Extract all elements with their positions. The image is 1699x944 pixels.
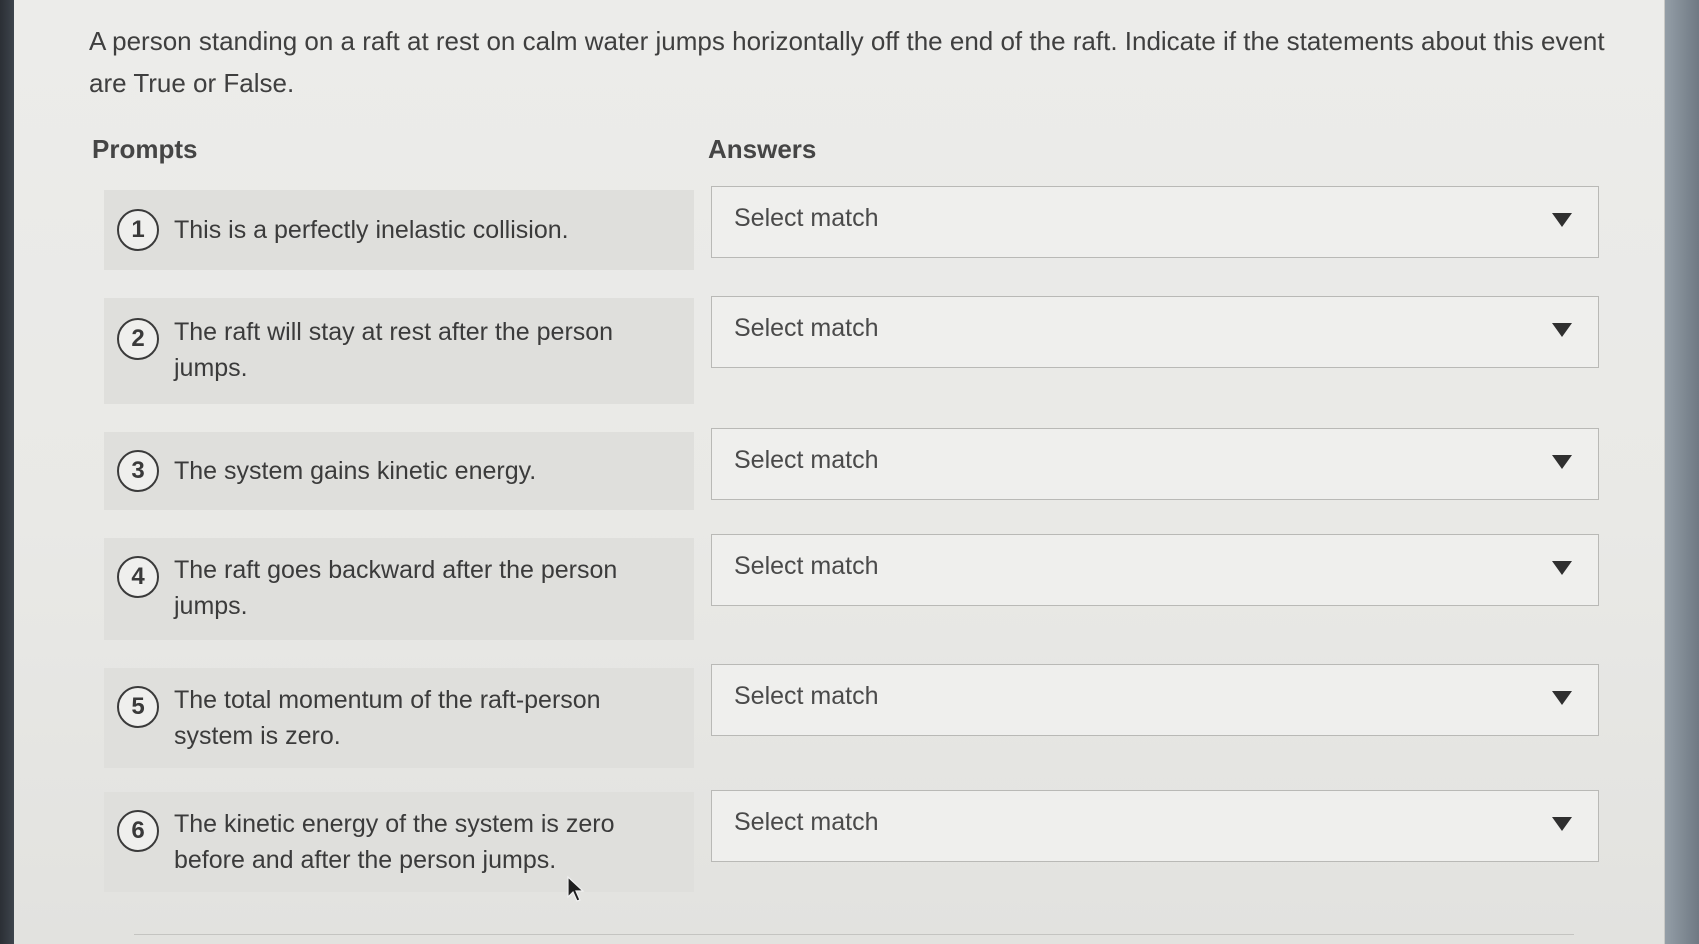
chevron-down-icon [1552, 455, 1572, 469]
prompt-item-3: 3 The system gains kinetic energy. [104, 432, 694, 510]
select-value: Select match [734, 204, 879, 232]
prompt-text: The raft will stay at rest after the per… [174, 318, 614, 382]
answer-select-3[interactable]: Select match [711, 428, 1599, 500]
answer-select-5[interactable]: Select match [711, 664, 1599, 736]
prompt-item-6: 6 The kinetic energy of the system is ze… [104, 792, 694, 892]
select-value: Select match [734, 446, 879, 474]
answer-select-1[interactable]: Select match [711, 186, 1599, 258]
prompt-text: The raft goes backward after the person … [174, 556, 618, 620]
question-text: A person standing on a raft at rest on c… [89, 26, 1605, 98]
chevron-down-icon [1552, 691, 1572, 705]
prompt-item-4: 4 The raft goes backward after the perso… [104, 538, 694, 640]
prompt-text: The system gains kinetic energy. [174, 457, 537, 485]
prompt-number-badge: 3 [117, 450, 159, 492]
mouse-pointer-icon [567, 875, 585, 902]
prompt-text: The total momentum of the raft-person sy… [174, 686, 601, 750]
prompt-item-5: 5 The total momentum of the raft-person … [104, 668, 694, 768]
answer-select-6[interactable]: Select match [711, 790, 1599, 862]
question-panel: A person standing on a raft at rest on c… [14, 0, 1665, 944]
answer-select-2[interactable]: Select match [711, 296, 1599, 368]
prompt-text: This is a perfectly inelastic collision. [174, 216, 569, 244]
prompt-text: The kinetic energy of the system is zero… [174, 810, 615, 874]
chevron-down-icon [1552, 561, 1572, 575]
select-value: Select match [734, 682, 879, 710]
answers-heading: Answers [708, 134, 817, 164]
prompts-heading: Prompts [92, 134, 198, 164]
chevron-down-icon [1552, 323, 1572, 337]
chevron-down-icon [1552, 213, 1572, 227]
screen-right-edge [1659, 0, 1699, 944]
prompt-number-badge: 6 [117, 810, 159, 852]
chevron-down-icon [1552, 817, 1572, 831]
prompt-number-badge: 2 [117, 318, 159, 360]
prompt-item-1: 1 This is a perfectly inelastic collisio… [104, 190, 694, 270]
prompt-item-2: 2 The raft will stay at rest after the p… [104, 298, 694, 404]
prompt-number-badge: 1 [117, 209, 159, 251]
select-value: Select match [734, 314, 879, 342]
prompt-number-badge: 5 [117, 686, 159, 728]
answer-select-4[interactable]: Select match [711, 534, 1599, 606]
select-value: Select match [734, 808, 879, 836]
divider [134, 934, 1574, 935]
select-value: Select match [734, 552, 879, 580]
prompt-number-badge: 4 [117, 556, 159, 598]
